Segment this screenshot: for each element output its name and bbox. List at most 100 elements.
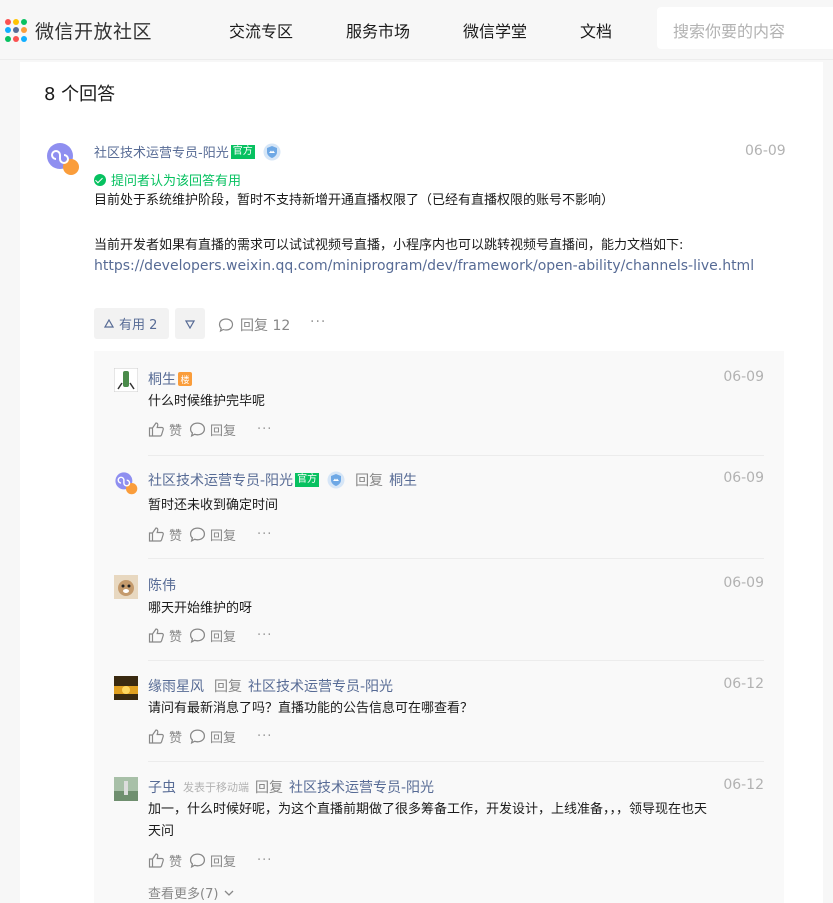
like-button[interactable]: 赞 — [148, 626, 182, 645]
nav-docs[interactable]: 文档 — [580, 18, 612, 42]
accepted-text: 提问者认为该回答有用 — [111, 174, 242, 189]
like-label: 赞 — [169, 529, 183, 544]
reply-button[interactable]: 回复 — [189, 727, 236, 746]
reply-to-author[interactable]: 桐生 — [389, 470, 417, 490]
answer-reply-button[interactable]: 回复 12 — [218, 315, 290, 335]
check-circle-icon — [94, 173, 106, 186]
reply-button[interactable]: 回复 — [189, 851, 236, 870]
reply-author[interactable]: 桐生 — [148, 369, 176, 389]
nav-communication[interactable]: 交流专区 — [229, 18, 293, 42]
reply-text: 什么时候维护完毕呢 — [148, 394, 266, 409]
doc-link[interactable]: https://developers.weixin.qq.com/minipro… — [94, 258, 754, 274]
reply-to-author[interactable]: 社区技术运营专员-阳光 — [289, 777, 434, 797]
logo[interactable]: 微信开放社区 — [5, 17, 152, 44]
reply-text: 哪天开始维护的呀 — [148, 601, 253, 616]
reply-author[interactable]: 子虫 — [148, 777, 176, 797]
reply-actions: 赞 回复 ··· — [148, 626, 272, 645]
comment-bubble-icon — [189, 729, 206, 745]
like-label: 赞 — [169, 424, 183, 439]
reply-date: 06-09 — [723, 470, 764, 486]
see-more-replies-link[interactable]: 查看更多(7) — [148, 883, 235, 902]
author-avatar[interactable] — [46, 142, 80, 176]
reply-more-button[interactable]: ··· — [257, 853, 272, 868]
search-input[interactable]: 搜索你要的内容 — [657, 7, 833, 49]
reply-button[interactable]: 回复 — [189, 626, 236, 645]
logo-grid-icon — [5, 18, 29, 43]
answer-body-line1: 目前处于系统维护阶段，暂时不支持新增开通直播权限了（已经有直播权限的账号不影响） — [94, 193, 615, 208]
like-label: 赞 — [169, 855, 183, 870]
reply-more-button[interactable]: ··· — [257, 527, 272, 542]
like-button[interactable]: 赞 — [148, 420, 182, 439]
reply-label: 回复 — [210, 529, 237, 544]
reply-date: 06-12 — [723, 777, 764, 793]
reply-text-line2: 天问 — [148, 824, 175, 839]
nav-wechat-academy[interactable]: 微信学堂 — [463, 18, 527, 42]
comment-bubble-icon — [189, 527, 206, 543]
reply-date: 06-09 — [723, 369, 764, 385]
reply-avatar[interactable] — [114, 676, 138, 700]
reply-label: 回复 — [210, 424, 237, 439]
answer-body-line2: 当前开发者如果有直播的需求可以试试视频号直播，小程序内也可以跳转视频号直播间，能… — [94, 238, 684, 253]
like-label: 赞 — [169, 731, 183, 746]
reply-to-word: 回复 — [255, 780, 283, 796]
reply-more-button[interactable]: ··· — [257, 729, 272, 744]
official-badge: 官方 — [230, 144, 255, 159]
reply-divider — [148, 761, 764, 762]
thumbs-up-icon — [148, 729, 164, 744]
comment-bubble-icon — [189, 853, 206, 869]
accepted-indicator: 提问者认为该回答有用 — [94, 170, 241, 189]
answers-panel: 8 个回答 社区技术运营专员-阳光 官方 06-09 提问者认为该回答有用 目前… — [20, 62, 823, 903]
reply-text: 暂时还未收到确定时间 — [148, 498, 279, 513]
thumbs-up-icon — [148, 853, 164, 868]
thumbs-up-icon — [148, 628, 164, 643]
answers-count: 8 个回答 — [44, 84, 116, 105]
reply-to-word: 回复 — [355, 473, 384, 489]
like-button[interactable]: 赞 — [148, 727, 182, 746]
reply-text-line1: 加一，什么时候好呢，为这个直播前期做了很多筹备工作，开发设计，上线准备，，，领导… — [148, 802, 708, 817]
top-nav-bar: 微信开放社区 交流专区 服务市场 微信学堂 文档 搜索你要的内容 — [0, 0, 833, 60]
like-button[interactable]: 赞 — [148, 525, 182, 544]
answer-reply-label: 回复 12 — [240, 318, 291, 334]
answer-author-row: 社区技术运营专员-阳光 官方 — [94, 142, 281, 161]
reply-date: 06-09 — [723, 575, 764, 591]
official-badge: 官方 — [295, 473, 320, 487]
triangle-up-icon — [104, 318, 114, 328]
useful-button[interactable]: 有用 2 — [94, 308, 169, 339]
like-label: 赞 — [169, 630, 183, 645]
reply-avatar[interactable] — [114, 471, 138, 495]
answer-author-name[interactable]: 社区技术运营专员-阳光 — [94, 142, 229, 161]
reply-avatar[interactable] — [114, 575, 138, 599]
shield-badge-icon — [327, 471, 345, 489]
reply-label: 回复 — [210, 731, 237, 746]
reply-actions: 赞 回复 ··· — [148, 525, 272, 544]
comment-bubble-icon — [189, 628, 206, 644]
reply-author[interactable]: 缘雨星风 — [148, 676, 204, 696]
reply-more-button[interactable]: ··· — [257, 422, 272, 437]
nav-service-market[interactable]: 服务市场 — [346, 18, 410, 42]
reply-date: 06-12 — [723, 676, 764, 692]
mobile-post-tag: 发表于移动端 — [183, 781, 249, 794]
reply-avatar[interactable] — [114, 777, 138, 801]
floor-badge: 楼 — [178, 372, 192, 386]
reply-text: 请问有最新消息了吗？直播功能的公告信息可在哪查看？ — [148, 701, 474, 716]
reply-author[interactable]: 陈伟 — [148, 575, 176, 595]
reply-to-word: 回复 — [214, 679, 242, 695]
reply-divider — [148, 455, 764, 456]
reply-button[interactable]: 回复 — [189, 420, 236, 439]
reply-header: 缘雨星风 回复 社区技术运营专员-阳光 — [148, 676, 393, 696]
reply-avatar[interactable] — [114, 368, 138, 392]
reply-header: 陈伟 — [148, 575, 176, 595]
triangle-down-icon — [185, 319, 195, 329]
reply-more-button[interactable]: ··· — [257, 628, 272, 643]
reply-button[interactable]: 回复 — [189, 525, 236, 544]
comment-bubble-icon — [218, 318, 234, 333]
reply-to-author[interactable]: 社区技术运营专员-阳光 — [248, 676, 393, 696]
like-button[interactable]: 赞 — [148, 851, 182, 870]
not-useful-button[interactable] — [175, 308, 205, 339]
see-more-label: 查看更多(7) — [148, 887, 219, 902]
useful-label: 有用 2 — [119, 318, 158, 333]
reply-author[interactable]: 社区技术运营专员-阳光 — [148, 470, 293, 490]
answer-date: 06-09 — [745, 143, 786, 159]
logo-text: 微信开放社区 — [35, 21, 153, 43]
answer-more-button[interactable]: ··· — [310, 314, 326, 330]
